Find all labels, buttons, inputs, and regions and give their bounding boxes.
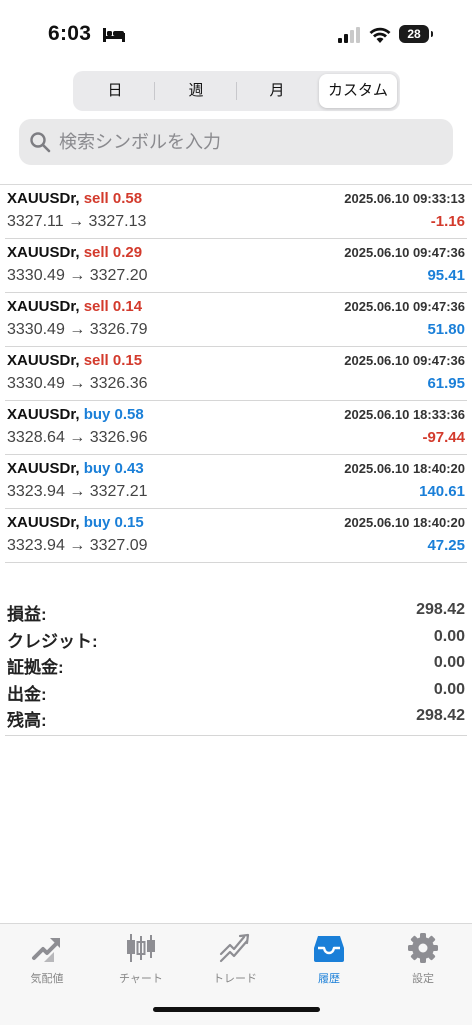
trade-prices: 3330.49 → 3326.36	[7, 375, 148, 392]
trade-symbol-line: XAUUSDr, buy 0.43	[7, 460, 144, 477]
trade-symbol: XAUUSDr,	[7, 352, 80, 369]
tabbar-label: 履歴	[318, 973, 340, 985]
trade-row[interactable]: XAUUSDr, buy 0.43 2025.06.10 18:40:20 33…	[5, 455, 467, 509]
settings-icon	[408, 933, 438, 963]
segment-divider	[236, 82, 237, 100]
trade-datetime: 2025.06.10 09:47:36	[344, 299, 465, 314]
period-segmented-control: 日 週 月 カスタム	[73, 71, 400, 111]
trade-prices: 3330.49 → 3327.20	[7, 267, 148, 284]
tab-month[interactable]: 月	[238, 74, 316, 108]
trade-datetime: 2025.06.10 18:33:36	[344, 407, 465, 422]
trade-profit: 61.95	[427, 375, 465, 392]
trade-profit: -97.44	[422, 429, 465, 446]
trade-symbol: XAUUSDr,	[7, 298, 80, 315]
trade-profit: -1.16	[430, 213, 465, 230]
trade-side-volume: sell 0.29	[83, 244, 143, 261]
trade-row[interactable]: XAUUSDr, buy 0.58 2025.06.10 18:33:36 33…	[5, 401, 467, 455]
trade-symbol: XAUUSDr,	[7, 514, 80, 531]
tabbar-label: トレード	[213, 973, 257, 985]
tabbar-item-chart[interactable]: チャート	[94, 932, 188, 986]
summary-value: 0.00	[433, 680, 465, 698]
summary-value: 298.42	[416, 601, 465, 618]
tabbar-item-settings[interactable]: 設定	[376, 932, 470, 986]
trade-symbol-line: XAUUSDr, buy 0.58	[7, 406, 144, 423]
trade-symbol-line: XAUUSDr, sell 0.58	[7, 190, 142, 207]
summary-row-balance: 残高: 298.42	[5, 704, 467, 731]
summary-label: 残高:	[7, 711, 47, 730]
search-input[interactable]	[59, 119, 439, 165]
segment-divider	[154, 82, 155, 100]
trade-side-volume: sell 0.14	[83, 298, 143, 315]
trade-row[interactable]: XAUUSDr, sell 0.14 2025.06.10 09:47:36 3…	[5, 293, 467, 347]
trade-symbol-line: XAUUSDr, sell 0.14	[7, 298, 142, 315]
trade-history-list: XAUUSDr, sell 0.58 2025.06.10 09:33:13 3…	[0, 185, 472, 563]
sleep-mode-icon	[103, 28, 125, 42]
summary-label: クレジット:	[7, 631, 98, 651]
trade-profit: 95.41	[427, 267, 465, 284]
trade-datetime: 2025.06.10 09:47:36	[344, 353, 465, 368]
trade-symbol: XAUUSDr,	[7, 244, 80, 261]
trade-prices: 3327.11 → 3327.13	[7, 213, 147, 230]
trade-symbol: XAUUSDr,	[7, 406, 80, 423]
trade-row[interactable]: XAUUSDr, sell 0.15 2025.06.10 09:47:36 3…	[5, 347, 467, 401]
summary-label: 損益:	[7, 605, 47, 624]
trade-side-volume: buy 0.58	[83, 406, 144, 423]
trade-profit: 47.25	[427, 537, 465, 554]
trade-datetime: 2025.06.10 09:47:36	[344, 245, 465, 260]
trade-side-volume: sell 0.58	[83, 190, 143, 207]
summary-row-margin: 証拠金: 0.00	[5, 651, 467, 678]
tabbar-item-quotes[interactable]: 気配値	[0, 932, 94, 986]
battery-indicator: 28	[399, 25, 433, 43]
account-summary: 損益: 298.42 クレジット: 0.00 証拠金: 0.00 出金: 0.0…	[5, 598, 467, 736]
chart-icon	[127, 934, 155, 962]
trade-prices: 3330.49 → 3326.79	[7, 321, 148, 338]
summary-label: 証拠金:	[7, 658, 64, 677]
trade-side-volume: sell 0.15	[83, 352, 143, 369]
trade-row[interactable]: XAUUSDr, sell 0.58 2025.06.10 09:33:13 3…	[5, 185, 467, 239]
tabbar-label: 設定	[412, 973, 434, 985]
trade-datetime: 2025.06.10 18:40:20	[344, 461, 465, 476]
tabbar-item-trade[interactable]: トレード	[188, 932, 282, 986]
trade-datetime: 2025.06.10 18:40:20	[344, 515, 465, 530]
cellular-signal-icon	[338, 27, 360, 43]
trade-row[interactable]: XAUUSDr, buy 0.15 2025.06.10 18:40:20 33…	[5, 509, 467, 563]
summary-row-withdrawal: 出金: 0.00	[5, 678, 467, 705]
trade-prices: 3328.64 → 3326.96	[7, 429, 148, 446]
summary-value: 0.00	[433, 627, 465, 645]
trade-symbol: XAUUSDr,	[7, 460, 80, 477]
summary-value: 0.00	[433, 654, 465, 671]
summary-row-credit: クレジット: 0.00	[5, 625, 467, 652]
tab-week[interactable]: 週	[157, 74, 235, 108]
status-time: 6:03	[48, 22, 92, 45]
quotes-icon	[32, 938, 60, 962]
search-bar	[19, 119, 453, 165]
trade-profit: 140.61	[419, 483, 465, 500]
trade-icon	[219, 933, 250, 963]
trade-symbol-line: XAUUSDr, buy 0.15	[7, 514, 144, 531]
trade-side-volume: buy 0.15	[83, 514, 144, 531]
trade-datetime: 2025.06.10 09:33:13	[344, 191, 465, 206]
trade-symbol-line: XAUUSDr, sell 0.29	[7, 244, 142, 261]
trade-prices: 3323.94 → 3327.09	[7, 537, 148, 554]
search-icon	[30, 132, 51, 153]
status-bar: 6:03 28	[0, 0, 472, 64]
trade-symbol: XAUUSDr,	[7, 190, 80, 207]
trade-side-volume: buy 0.43	[83, 460, 144, 477]
tab-day[interactable]: 日	[76, 74, 154, 108]
trade-symbol-line: XAUUSDr, sell 0.15	[7, 352, 142, 369]
tabbar-label: 気配値	[30, 973, 64, 985]
summary-label: 出金:	[7, 684, 47, 704]
home-indicator	[153, 1007, 320, 1012]
tab-custom[interactable]: カスタム	[319, 74, 397, 108]
trade-prices: 3323.94 → 3327.21	[7, 483, 148, 500]
wifi-icon	[369, 27, 391, 43]
trade-profit: 51.80	[427, 321, 465, 338]
tabbar-label: チャート	[119, 973, 163, 985]
summary-value: 298.42	[416, 707, 465, 724]
history-icon	[314, 936, 344, 962]
trade-row[interactable]: XAUUSDr, sell 0.29 2025.06.10 09:47:36 3…	[5, 239, 467, 293]
summary-row-profit: 損益: 298.42	[5, 598, 467, 625]
tabbar-item-history[interactable]: 履歴	[282, 932, 376, 986]
